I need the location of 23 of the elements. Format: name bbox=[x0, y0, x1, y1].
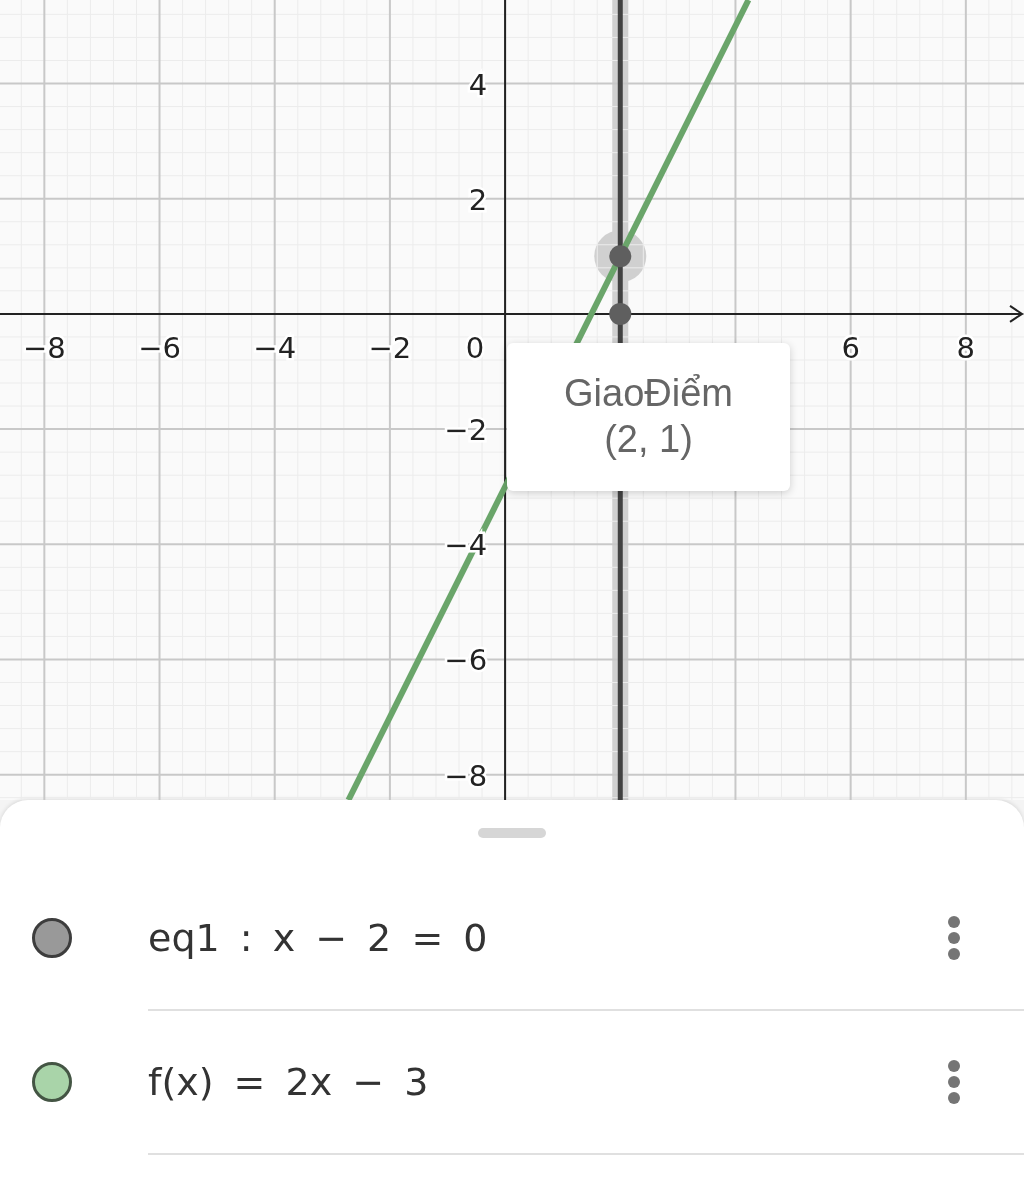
visibility-toggle[interactable] bbox=[32, 918, 72, 958]
tick-label: 8 bbox=[956, 330, 976, 365]
tick-label: −4 bbox=[253, 330, 297, 365]
tick-label: −6 bbox=[138, 330, 181, 365]
tick-label: 2 bbox=[468, 182, 488, 217]
drag-handle[interactable] bbox=[478, 828, 546, 838]
tick-label: −2 bbox=[444, 413, 488, 448]
tick-label: −2 bbox=[368, 330, 412, 365]
tooltip-title: GiaoĐiểm bbox=[564, 373, 733, 415]
point[interactable] bbox=[609, 302, 632, 325]
origin-label: 0 bbox=[465, 330, 485, 365]
algebra-expression[interactable]: f(x) = 2x − 3 bbox=[148, 1060, 429, 1104]
tooltip-coordinates: (2, 1) bbox=[604, 419, 693, 461]
tick-label: 6 bbox=[841, 330, 860, 365]
algebra-expression[interactable]: eq1 : x − 2 = 0 bbox=[148, 916, 488, 960]
tick-label: −6 bbox=[444, 643, 488, 678]
more-options-icon[interactable] bbox=[947, 1059, 961, 1105]
visibility-toggle[interactable] bbox=[32, 1062, 72, 1102]
tick-label: −8 bbox=[22, 330, 66, 365]
tick-label: 4 bbox=[468, 67, 488, 102]
tick-label: −8 bbox=[444, 758, 488, 793]
more-options-icon[interactable] bbox=[947, 915, 961, 961]
point[interactable] bbox=[609, 245, 632, 268]
